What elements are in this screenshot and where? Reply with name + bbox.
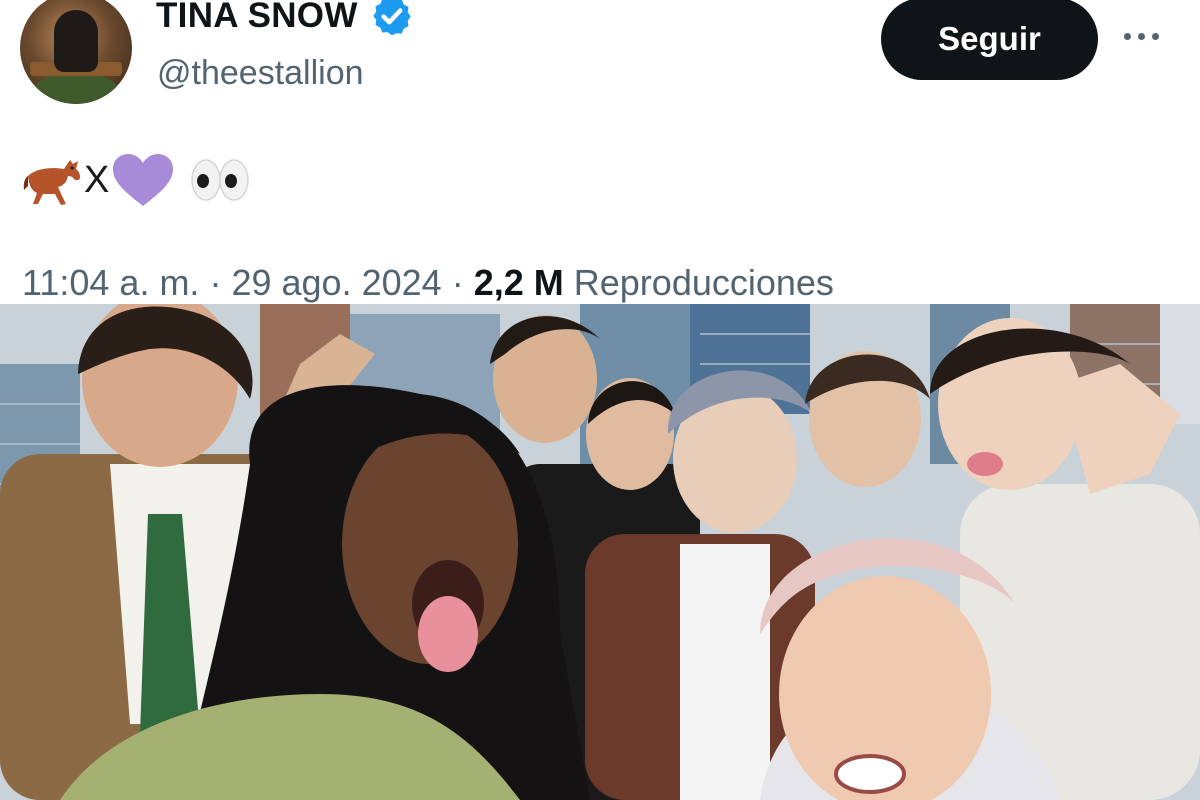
purple-heart-icon xyxy=(113,154,174,206)
horse-icon xyxy=(23,160,80,205)
follow-button[interactable]: Seguir xyxy=(881,0,1098,80)
meta-separator: · xyxy=(451,262,464,303)
display-name[interactable]: TINA SNOW xyxy=(156,0,358,36)
verified-badge-icon xyxy=(372,0,411,36)
eyes-icon xyxy=(191,159,250,201)
more-dot xyxy=(1124,32,1131,40)
tweet-date[interactable]: 29 ago. 2024 xyxy=(231,262,441,303)
tweet-photo[interactable] xyxy=(0,304,1200,800)
tweet-header: TINA SNOW @theestallion Seguir xyxy=(0,0,1200,110)
tweet-meta: 11:04 a. m. · 29 ago. 2024 · 2,2 M Repro… xyxy=(22,262,834,304)
views-label: Reproducciones xyxy=(573,262,834,303)
avatar-plant xyxy=(28,76,124,104)
more-options-icon[interactable] xyxy=(1124,26,1170,46)
tweet-time[interactable]: 11:04 a. m. xyxy=(22,262,199,303)
avatar[interactable] xyxy=(20,0,132,104)
tweet-text: X xyxy=(22,150,251,210)
avatar-figure xyxy=(54,10,98,72)
group-photo-illustration xyxy=(0,304,1200,800)
views-count: 2,2 M xyxy=(473,262,564,303)
user-handle[interactable]: @theestallion xyxy=(157,54,364,93)
name-row: TINA SNOW xyxy=(156,0,414,38)
meta-separator: · xyxy=(209,262,222,303)
more-dot xyxy=(1138,32,1145,40)
more-dot xyxy=(1152,32,1159,40)
tweet-text-letter: X xyxy=(84,158,110,201)
